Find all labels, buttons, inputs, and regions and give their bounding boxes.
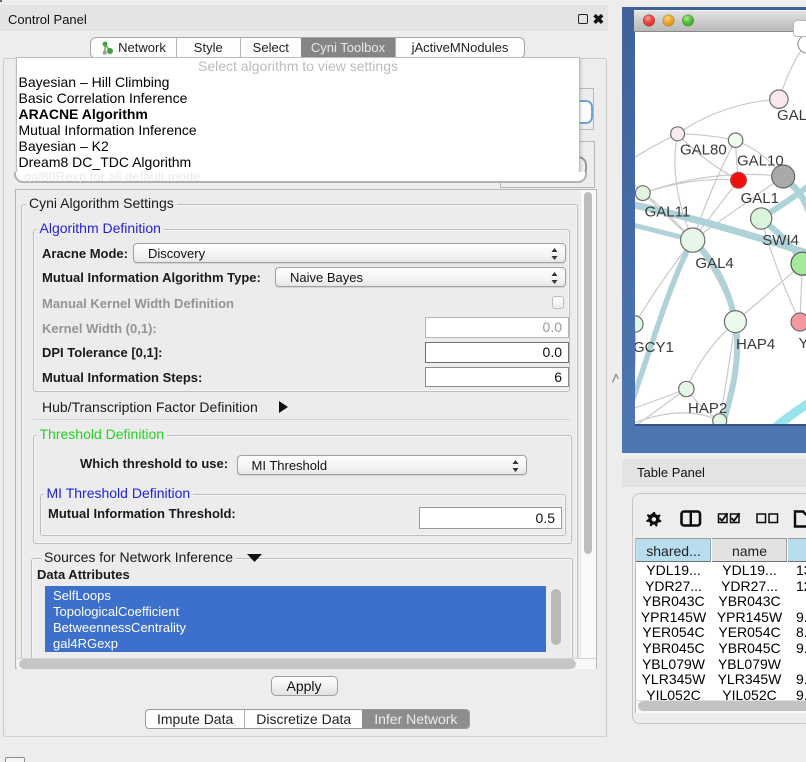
svg-text:SWI4: SWI4 [762,232,799,249]
svg-text:Y: Y [799,335,806,352]
svg-text:GAL2: GAL2 [777,107,806,124]
svg-text:HAP4: HAP4 [736,336,775,353]
svg-text:GAL1: GAL1 [741,190,779,207]
svg-text:GAL11: GAL11 [645,204,691,221]
svg-text:GCY1: GCY1 [635,339,674,356]
svg-text:GAL10: GAL10 [737,153,784,170]
svg-text:GAL80: GAL80 [680,142,727,159]
svg-text:GAL4: GAL4 [695,255,733,272]
svg-text:HAP2: HAP2 [688,400,727,417]
